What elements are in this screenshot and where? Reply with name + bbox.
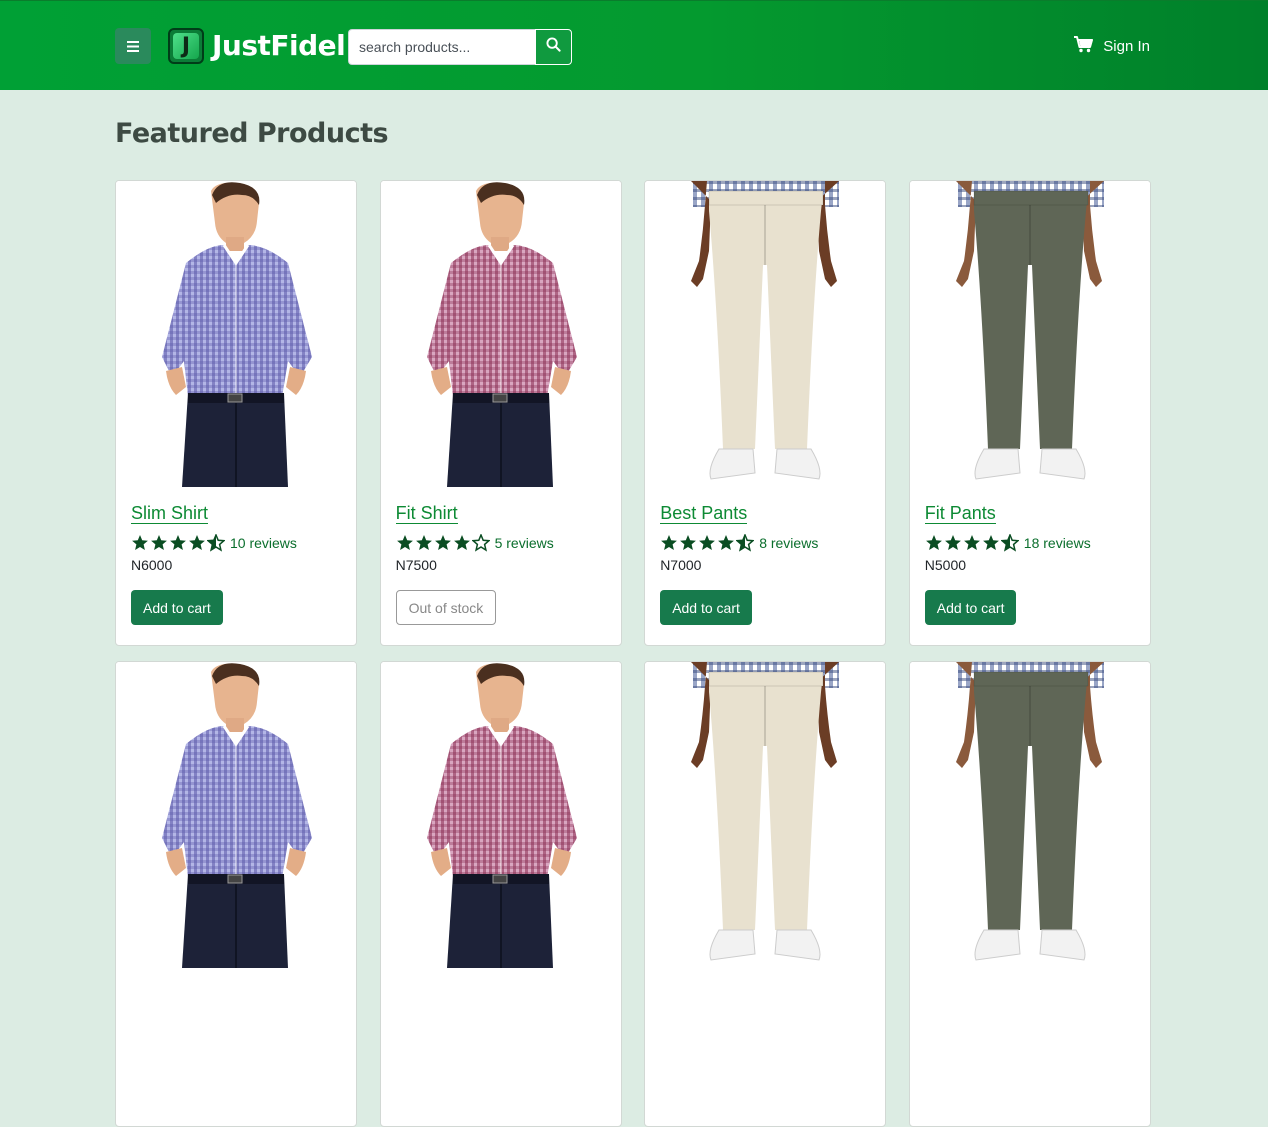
- logo-icon[interactable]: J: [168, 28, 204, 64]
- product-card: Slim Shirt 10 reviews N6000 Add to cart: [115, 180, 357, 646]
- star-icon: [736, 534, 755, 552]
- review-count: 5 reviews: [494, 535, 554, 551]
- product-card: [644, 661, 887, 1127]
- product-image[interactable]: [116, 181, 356, 487]
- star-icon: [170, 535, 186, 550]
- star-icon: [396, 535, 413, 550]
- product-name[interactable]: Best Pants: [660, 503, 748, 524]
- star-icon: [925, 535, 942, 550]
- product-name[interactable]: Fit Shirt: [395, 503, 458, 524]
- product-card: [115, 661, 357, 1127]
- add-to-cart-button[interactable]: Add to cart: [660, 590, 752, 625]
- star-icon: [699, 535, 716, 550]
- star-rating: [925, 534, 1020, 552]
- product-rating: 5 reviews: [396, 534, 606, 552]
- product-price: N6000: [131, 557, 173, 573]
- product-card: [379, 661, 622, 1127]
- product-image[interactable]: [116, 662, 356, 968]
- star-icon: [207, 534, 225, 552]
- product-image[interactable]: [380, 662, 621, 968]
- sign-in-link[interactable]: Sign In: [1074, 35, 1150, 57]
- star-icon: [982, 535, 999, 550]
- add-to-cart-button[interactable]: Add to cart: [131, 590, 223, 625]
- product-image[interactable]: [645, 181, 886, 487]
- product-card: [908, 661, 1151, 1127]
- star-icon: [434, 535, 451, 550]
- logo-letter: J: [173, 33, 199, 59]
- brand-name[interactable]: JustFidel: [212, 27, 346, 65]
- cart-icon[interactable]: [1074, 35, 1103, 57]
- product-price: N5000: [924, 557, 967, 573]
- star-icon: [189, 535, 205, 550]
- star-icon: [151, 535, 167, 550]
- product-name[interactable]: Slim Shirt: [131, 503, 209, 524]
- product-card: Best Pants 8 reviews N7000 Add to cart: [644, 180, 887, 646]
- star-icon: [963, 535, 980, 550]
- product-card: Fit Pants 18 reviews N5000 Add to cart: [908, 180, 1151, 646]
- product-rating: 10 reviews: [131, 534, 341, 552]
- product-card: Fit Shirt 5 reviews N7500 Out of stock: [379, 180, 622, 646]
- search-input[interactable]: [348, 29, 535, 65]
- search-button[interactable]: [535, 29, 572, 65]
- star-icon: [471, 534, 490, 552]
- star-icon: [944, 535, 961, 550]
- review-count: 8 reviews: [759, 535, 819, 551]
- star-icon: [132, 535, 148, 550]
- add-to-cart-button[interactable]: Add to cart: [924, 590, 1017, 625]
- hamburger-icon: [127, 40, 139, 52]
- product-image[interactable]: [909, 181, 1150, 487]
- sign-in-label[interactable]: Sign In: [1103, 38, 1150, 55]
- search-bar: [348, 29, 572, 65]
- star-rating: [660, 534, 755, 552]
- product-name[interactable]: Fit Pants: [924, 503, 996, 524]
- menu-button[interactable]: [115, 28, 151, 64]
- product-rating: 8 reviews: [660, 534, 870, 552]
- product-rating: 18 reviews: [925, 534, 1135, 552]
- star-icon: [718, 535, 735, 550]
- product-price: N7000: [660, 557, 702, 573]
- page-title: Featured Products: [115, 118, 389, 149]
- site-header: J JustFidel Sign In: [0, 0, 1268, 90]
- product-image[interactable]: [645, 662, 886, 968]
- review-count: 10 reviews: [230, 535, 297, 551]
- product-image[interactable]: [380, 181, 621, 487]
- star-icon: [661, 535, 678, 550]
- star-icon: [415, 535, 432, 550]
- out-of-stock-badge: Out of stock: [395, 590, 497, 625]
- star-rating: [396, 534, 491, 552]
- star-icon: [1000, 534, 1019, 552]
- product-grid: Slim Shirt 10 reviews N6000 Add to cart …: [115, 180, 1151, 1127]
- product-price: N7500: [395, 557, 437, 573]
- star-icon: [680, 535, 697, 550]
- product-image[interactable]: [909, 662, 1150, 968]
- review-count: 18 reviews: [1023, 535, 1091, 551]
- star-rating: [131, 534, 226, 552]
- search-icon: [546, 37, 561, 57]
- star-icon: [453, 535, 470, 550]
